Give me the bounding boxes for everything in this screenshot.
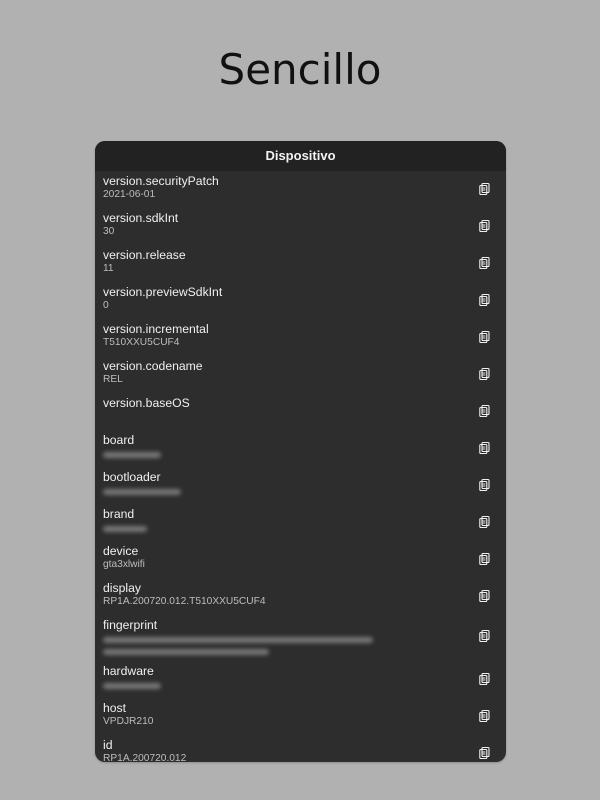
list-item-version-base-os: version.baseOS — [95, 393, 506, 430]
list-item-value: REL — [103, 374, 123, 385]
list-item-label: fingerprint — [103, 618, 158, 632]
list-item-label: version.baseOS — [103, 396, 190, 410]
list-item-version-sdk-int: version.sdkInt 30 — [95, 208, 506, 245]
list-item-version-incremental: version.incremental T510XXU5CUF4 — [95, 319, 506, 356]
copy-icon[interactable] — [478, 709, 492, 723]
list-item-label: bootloader — [103, 470, 161, 484]
list-item-value: RP1A.200720.012.T510XXU5CUF4 — [103, 596, 266, 607]
list-item-label: device — [103, 544, 139, 558]
list-item-version-codename: version.codename REL — [95, 356, 506, 393]
copy-icon[interactable] — [478, 367, 492, 381]
redacted-value — [103, 683, 161, 689]
redacted-value — [103, 526, 147, 532]
list-item-label: id — [103, 738, 113, 752]
page-title: Sencillo — [218, 45, 382, 94]
list-item-host: host VPDJR210 — [95, 698, 506, 735]
list-item-version-release: version.release 11 — [95, 245, 506, 282]
copy-icon[interactable] — [478, 219, 492, 233]
copy-icon[interactable] — [478, 515, 492, 529]
list-item-label: version.release — [103, 248, 186, 262]
list-item-fingerprint: fingerprint — [95, 615, 506, 661]
copy-icon[interactable] — [478, 256, 492, 270]
copy-icon[interactable] — [478, 330, 492, 344]
redacted-value — [103, 452, 161, 458]
copy-icon[interactable] — [478, 478, 492, 492]
list-item-value: 0 — [103, 300, 109, 311]
copy-icon[interactable] — [478, 629, 492, 643]
list-item-version-security-patch: version.securityPatch 2021-06-01 — [95, 171, 506, 208]
list-item-display: display RP1A.200720.012.T510XXU5CUF4 — [95, 578, 506, 615]
list-item-bootloader: bootloader — [95, 467, 506, 504]
list-item-device: device gta3xlwifi — [95, 541, 506, 578]
list-item-label: display — [103, 581, 141, 595]
list-item-hardware: hardware — [95, 661, 506, 698]
list-item-value: T510XXU5CUF4 — [103, 337, 180, 348]
list-item-value: RP1A.200720.012 — [103, 753, 187, 762]
copy-icon[interactable] — [478, 293, 492, 307]
redacted-value-line-1 — [103, 637, 373, 643]
list-item-version-preview-sdk-int: version.previewSdkInt 0 — [95, 282, 506, 319]
copy-icon[interactable] — [478, 672, 492, 686]
list-item-label: host — [103, 701, 127, 715]
list-item-label: hardware — [103, 664, 154, 678]
list-item-label: version.securityPatch — [103, 174, 219, 188]
copy-icon[interactable] — [478, 589, 492, 603]
copy-icon[interactable] — [478, 404, 492, 418]
list-item-brand: brand — [95, 504, 506, 541]
list-item-value: VPDJR210 — [103, 716, 154, 727]
redacted-value-line-2 — [103, 649, 269, 655]
list-item-value: 11 — [103, 263, 114, 274]
list-item-id: id RP1A.200720.012 — [95, 735, 506, 762]
copy-icon[interactable] — [478, 441, 492, 455]
list-item-label: brand — [103, 507, 135, 521]
panel-title: Dispositivo — [95, 141, 506, 171]
redacted-value — [103, 489, 181, 495]
list-item-value: 30 — [103, 226, 115, 237]
device-info-panel: Dispositivo version.securityPatch 2021-0… — [95, 141, 506, 762]
list-item-label: version.incremental — [103, 322, 209, 336]
copy-icon[interactable] — [478, 182, 492, 196]
list-item-label: version.codename — [103, 359, 203, 373]
list-item-board: board — [95, 430, 506, 467]
list-item-label: version.previewSdkInt — [103, 285, 223, 299]
device-info-list: version.securityPatch 2021-06-01 version… — [95, 171, 506, 762]
list-item-label: board — [103, 433, 135, 447]
list-item-label: version.sdkInt — [103, 211, 179, 225]
list-item-value: gta3xlwifi — [103, 559, 145, 570]
copy-icon[interactable] — [478, 746, 492, 760]
list-item-value: 2021-06-01 — [103, 189, 156, 200]
copy-icon[interactable] — [478, 552, 492, 566]
